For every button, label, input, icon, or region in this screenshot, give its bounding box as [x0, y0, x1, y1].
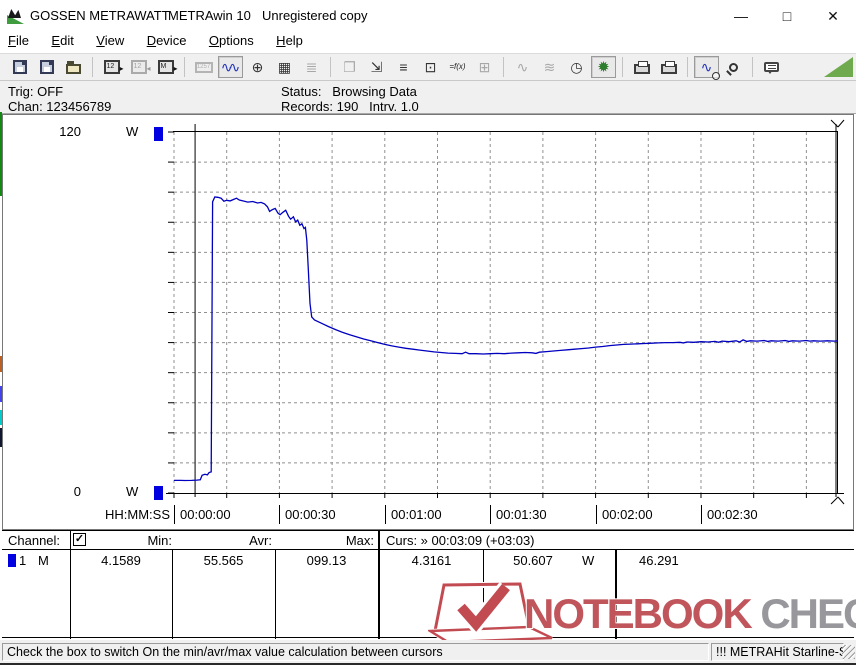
menu-bar: File Edit View Device Options Help: [0, 30, 856, 53]
measurement-table: Channel: ✓ Min: Avr: Max: Curs: » 00:03:…: [2, 530, 854, 638]
acquisition-status-panel: Trig: OFF Chan: 123456789 Status: Browsi…: [0, 81, 856, 114]
menu-edit[interactable]: Edit: [51, 30, 82, 48]
resize-grip[interactable]: [842, 645, 855, 659]
table-view-icon[interactable]: ▦: [272, 56, 297, 78]
time-interval-icon[interactable]: ◷: [564, 56, 589, 78]
y-axis-min-label: 0: [50, 484, 81, 499]
close-button[interactable]: ✕: [818, 6, 848, 26]
wave-dense-icon[interactable]: ≋: [537, 56, 562, 78]
print-report-icon[interactable]: [629, 56, 654, 78]
maximize-button[interactable]: □: [772, 6, 802, 26]
toolbar-separator: [330, 57, 331, 77]
chart-view-icon[interactable]: ∿∿: [218, 56, 243, 78]
menu-device[interactable]: Device: [147, 30, 196, 48]
read-device-icon[interactable]: 12▸: [99, 56, 124, 78]
x-tick-label: 00:01:30: [490, 505, 547, 524]
write-device-icon[interactable]: 12◂: [126, 56, 151, 78]
header-channel: Channel:: [8, 533, 60, 548]
toolbar-separator: [622, 57, 623, 77]
x-tick-label: 00:00:30: [279, 505, 336, 524]
status-message: Check the box to switch On the min/avr/m…: [2, 643, 709, 661]
edge-artifact: [0, 428, 2, 447]
value-min: 4.1589: [70, 553, 172, 568]
x-tick-label: 00:01:00: [385, 505, 442, 524]
wave-sparse-icon[interactable]: ∿: [510, 56, 535, 78]
numeric-display-icon[interactable]: 1257: [191, 56, 216, 78]
value-max: 099.13: [275, 553, 378, 568]
minimize-button[interactable]: —: [726, 6, 756, 26]
chart-panel: [2, 114, 854, 530]
x-tick-label: 00:00:00: [174, 505, 231, 524]
print-icon[interactable]: [656, 56, 681, 78]
header-min: Min:: [92, 533, 172, 548]
io-settings-icon[interactable]: ⊞: [472, 56, 497, 78]
app-icon: [7, 8, 24, 24]
edge-artifact: [0, 112, 2, 196]
formula-icon[interactable]: =f(x): [445, 56, 470, 78]
monitor-icon[interactable]: ⊡: [418, 56, 443, 78]
channel-id: 1: [19, 553, 26, 568]
toolbar-separator: [184, 57, 185, 77]
open-file-icon[interactable]: [61, 56, 86, 78]
toolbar-separator: [752, 57, 753, 77]
read-memory-icon[interactable]: M▸: [153, 56, 178, 78]
channel-mode: M: [38, 553, 49, 568]
resize-corner-triangle: [824, 57, 853, 77]
toolbar-separator: [687, 57, 688, 77]
toolbar: 12▸12◂M▸1257∿∿⊕▦≣❐⇲≡⊡=f(x)⊞∿≋◷✹∿: [0, 53, 856, 81]
trigger-status: Trig: OFF: [8, 84, 63, 99]
copy-window-icon[interactable]: ❐: [337, 56, 362, 78]
channel-settings-icon[interactable]: ≡: [391, 56, 416, 78]
y-axis-max-label: 120: [50, 124, 81, 139]
channel-list: Chan: 123456789: [8, 99, 111, 114]
value-cursor2-unit: W: [582, 553, 594, 568]
zoom-curve-icon[interactable]: ∿: [694, 56, 719, 78]
title-company: GOSSEN METRAWATT: [30, 8, 170, 23]
edge-artifact: [0, 356, 2, 372]
menu-options[interactable]: Options: [209, 30, 263, 48]
browse-status: Status: Browsing Data: [281, 84, 417, 99]
title-product: METRAwin 10: [168, 8, 251, 23]
edge-artifact: [0, 386, 2, 402]
x-axis-name: HH:MM:SS: [90, 507, 170, 522]
export-icon[interactable]: ⇲: [364, 56, 389, 78]
records-interval: Records: 190 Intrv. 1.0: [281, 99, 419, 114]
edge-artifact: [0, 410, 2, 425]
value-cursor1: 4.3161: [380, 553, 483, 568]
column-separator: [70, 531, 71, 639]
channel-color-marker: [8, 554, 16, 567]
toolbar-separator: [503, 57, 504, 77]
x-tick-label: 00:02:30: [701, 505, 758, 524]
menu-view[interactable]: View: [96, 30, 133, 48]
value-avr: 55.565: [172, 553, 275, 568]
save-icon[interactable]: [7, 56, 32, 78]
title-unregistered-badge: Unregistered copy: [262, 8, 368, 23]
histogram-view-icon[interactable]: ≣: [299, 56, 324, 78]
x-tick-label: 00:02:00: [596, 505, 653, 524]
comment-icon[interactable]: [759, 56, 784, 78]
column-separator-thick: [615, 549, 617, 639]
value-cursor2: 50.607: [483, 553, 583, 568]
value-between-cursors: 46.291: [639, 553, 679, 568]
menu-help[interactable]: Help: [276, 30, 312, 48]
header-cursors: Curs: » 00:03:09 (+03:03): [386, 533, 535, 548]
header-avr: Avr:: [192, 533, 272, 548]
column-separator-thick: [378, 531, 380, 639]
header-max: Max:: [294, 533, 374, 548]
y-axis-unit-top: W: [126, 124, 138, 139]
cursor-crosshair-icon[interactable]: ⊕: [245, 56, 270, 78]
status-bar: Check the box to switch On the min/avr/m…: [0, 640, 856, 663]
save-as-icon[interactable]: [34, 56, 59, 78]
device-status: !!! METRAHit Starline-S: [711, 643, 844, 661]
menu-file[interactable]: File: [8, 30, 38, 48]
trigger-icon[interactable]: ✹: [591, 56, 616, 78]
y-axis-unit-bottom: W: [126, 484, 138, 499]
title-bar: GOSSEN METRAWATT METRAwin 10 Unregistere…: [0, 0, 856, 30]
table-header-rule: [2, 549, 854, 550]
minmax-between-cursors-checkbox[interactable]: ✓: [73, 533, 86, 546]
zoom-select-icon[interactable]: [721, 56, 746, 78]
toolbar-separator: [92, 57, 93, 77]
metrawin-window: GOSSEN METRAWATT METRAwin 10 Unregistere…: [0, 0, 856, 665]
